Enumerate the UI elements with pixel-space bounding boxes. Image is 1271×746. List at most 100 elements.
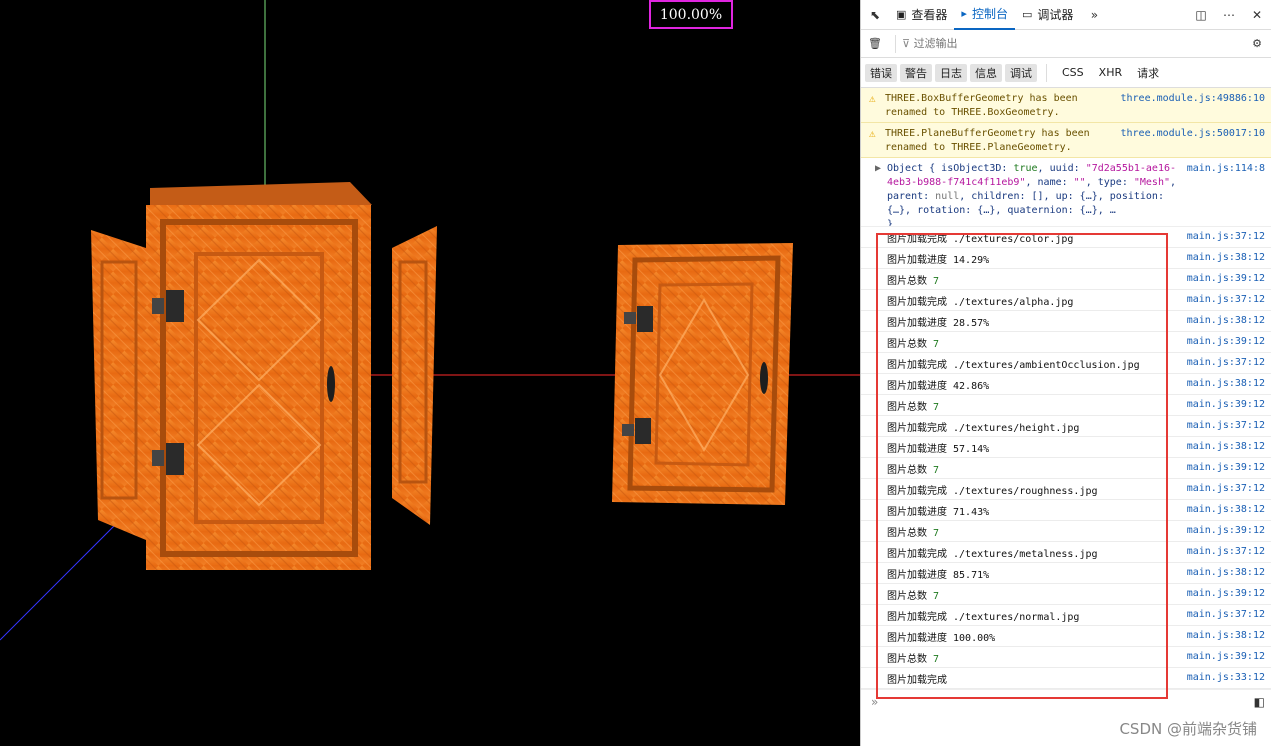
log-row: 图片加载完成 main.js:33:12 (861, 668, 1271, 689)
log-message: 图片加载进度 28.57% (887, 317, 990, 329)
log-message: 图片加载进度 42.86% (887, 380, 990, 392)
source-link[interactable]: main.js:37:12 (1187, 545, 1265, 559)
source-link[interactable]: main.js:37:12 (1187, 482, 1265, 496)
log-number: 7 (933, 401, 940, 413)
log-row: 图片加载完成 ./textures/height.jpg main.js:37:1… (861, 416, 1271, 437)
level-errors[interactable]: 错误 (865, 63, 897, 82)
log-message: 图片加载完成 (887, 674, 947, 686)
log-text: 图片加载完成 ./textures/alpha.jpg (887, 293, 1181, 308)
threejs-canvas[interactable]: 100.00% (0, 0, 860, 746)
double-chevron-icon[interactable]: » (1080, 0, 1108, 30)
log-row: 图片加载进度 28.57% main.js:38:12 (861, 311, 1271, 332)
object-log-text: Object { isObject3D: true, uuid: "7d2a55… (887, 163, 1177, 227)
log-message: 图片加载完成 ./textures/normal.jpg (887, 611, 1080, 623)
object-log-row[interactable]: ▶ Object { isObject3D: true, uuid: "7d2a… (861, 158, 1271, 227)
tab-debugger[interactable]: ▭ 调试器 (1015, 0, 1080, 30)
source-link[interactable]: main.js:38:12 (1187, 251, 1265, 265)
log-text: 图片总数 7 (887, 587, 1181, 602)
source-link[interactable]: three.module.js:49886:10 (1121, 92, 1266, 118)
log-row: 图片加载进度 100.00% main.js:38:12 (861, 626, 1271, 647)
source-link[interactable]: main.js:33:12 (1187, 671, 1265, 685)
level-warnings[interactable]: 警告 (900, 63, 932, 82)
log-text: 图片总数 7 (887, 524, 1181, 539)
source-link[interactable]: main.js:38:12 (1187, 314, 1265, 328)
log-message: 图片加载进度 85.71% (887, 569, 990, 581)
tab-label: 控制台 (971, 7, 1008, 21)
close-icon[interactable]: ✕ (1243, 0, 1271, 30)
trash-icon[interactable]: 🗑 (861, 29, 889, 59)
log-row: 图片总数 7 main.js:39:12 (861, 332, 1271, 353)
source-link[interactable]: main.js:39:12 (1187, 524, 1265, 538)
log-text: 图片加载进度 57.14% (887, 440, 1181, 455)
log-message: 图片总数 (887, 464, 927, 476)
source-link[interactable]: main.js:39:12 (1187, 335, 1265, 349)
prompt-chevron-icon: » (871, 694, 879, 709)
log-message: 图片加载完成 ./textures/ambientOcclusion.jpg (887, 359, 1140, 371)
level-logs[interactable]: 日志 (935, 63, 967, 82)
log-text: 图片加载进度 85.71% (887, 566, 1181, 581)
log-message: 图片总数 (887, 401, 927, 413)
gear-icon[interactable]: ⚙ (1243, 29, 1271, 59)
source-link[interactable]: main.js:39:12 (1187, 650, 1265, 664)
level-info[interactable]: 信息 (970, 63, 1002, 82)
level-debug[interactable]: 调试 (1005, 63, 1037, 82)
warning-icon: ⚠ (869, 92, 876, 105)
filter-input[interactable] (913, 37, 1214, 50)
console-output: ⚠ THREE.BoxBufferGeometry has been renam… (861, 88, 1271, 689)
source-link[interactable]: main.js:37:12 (1187, 293, 1265, 307)
loading-progress-label: 100.00% (649, 0, 733, 29)
source-link[interactable]: three.module.js:50017:10 (1121, 127, 1266, 153)
source-link[interactable]: main.js:114:8 (1187, 162, 1265, 222)
log-row: 图片总数 7 main.js:39:12 (861, 458, 1271, 479)
tab-console[interactable]: ▸ 控制台 (954, 0, 1015, 30)
dock-icon[interactable]: ◫ (1187, 0, 1215, 30)
source-link[interactable]: main.js:38:12 (1187, 377, 1265, 391)
tab-label: 调试器 (1037, 8, 1074, 22)
source-link[interactable]: main.js:37:12 (1187, 230, 1265, 244)
source-link[interactable]: main.js:39:12 (1187, 461, 1265, 475)
log-row: 图片总数 7 main.js:39:12 (861, 647, 1271, 668)
log-row: 图片总数 7 main.js:39:12 (861, 584, 1271, 605)
log-message: 图片总数 (887, 653, 927, 665)
log-text: 图片总数 7 (887, 650, 1181, 665)
split-console-icon[interactable]: ◧ (1254, 695, 1265, 709)
filter-bar: 🗑 ⊽ ⚙ (861, 30, 1271, 58)
console-input[interactable]: » ◧ (861, 689, 1271, 713)
filter-requests[interactable]: 请求 (1131, 64, 1165, 82)
log-row: 图片加载完成 ./textures/roughness.jpg main.js:3… (861, 479, 1271, 500)
source-link[interactable]: main.js:37:12 (1187, 356, 1265, 370)
ellipsis-icon[interactable]: ⋯ (1215, 0, 1243, 30)
source-link[interactable]: main.js:38:12 (1187, 503, 1265, 517)
filter-css[interactable]: CSS (1056, 65, 1090, 80)
source-link[interactable]: main.js:39:12 (1187, 587, 1265, 601)
log-list: 图片加载完成 ./textures/color.jpg main.js:37:12… (861, 227, 1271, 689)
source-link[interactable]: main.js:39:12 (1187, 398, 1265, 412)
log-number: 7 (933, 464, 940, 476)
watermark: CSDN @前端杂货铺 (1119, 720, 1257, 738)
log-row: 图片加载进度 42.86% main.js:38:12 (861, 374, 1271, 395)
log-row: 图片总数 7 main.js:39:12 (861, 269, 1271, 290)
single-door (612, 243, 793, 505)
log-row: 图片加载进度 71.43% main.js:38:12 (861, 500, 1271, 521)
source-link[interactable]: main.js:37:12 (1187, 419, 1265, 433)
filter-xhr[interactable]: XHR (1093, 65, 1128, 80)
source-link[interactable]: main.js:38:12 (1187, 440, 1265, 454)
source-link[interactable]: main.js:39:12 (1187, 272, 1265, 286)
log-level-bar: 错误 警告 日志 信息 调试 CSS XHR 请求 (861, 58, 1271, 88)
log-row: 图片加载进度 85.71% main.js:38:12 (861, 563, 1271, 584)
source-link[interactable]: main.js:38:12 (1187, 629, 1265, 643)
log-message: 图片总数 (887, 590, 927, 602)
log-text: 图片总数 7 (887, 461, 1181, 476)
log-text: 图片加载进度 42.86% (887, 377, 1181, 392)
log-text: 图片加载进度 100.00% (887, 629, 1181, 644)
cursor-icon[interactable]: ⬉ (861, 0, 889, 30)
log-message: 图片总数 (887, 275, 927, 287)
source-link[interactable]: main.js:38:12 (1187, 566, 1265, 580)
log-text: 图片加载完成 ./textures/metalness.jpg (887, 545, 1181, 560)
log-message: 图片加载完成 ./textures/color.jpg (887, 233, 1074, 245)
expand-triangle-icon[interactable]: ▶ (875, 162, 887, 222)
log-text: 图片加载完成 ./textures/normal.jpg (887, 608, 1181, 623)
warning-text: THREE.PlaneBufferGeometry has been renam… (885, 128, 1090, 153)
tab-inspector[interactable]: ▣ 查看器 (889, 0, 954, 30)
source-link[interactable]: main.js:37:12 (1187, 608, 1265, 622)
